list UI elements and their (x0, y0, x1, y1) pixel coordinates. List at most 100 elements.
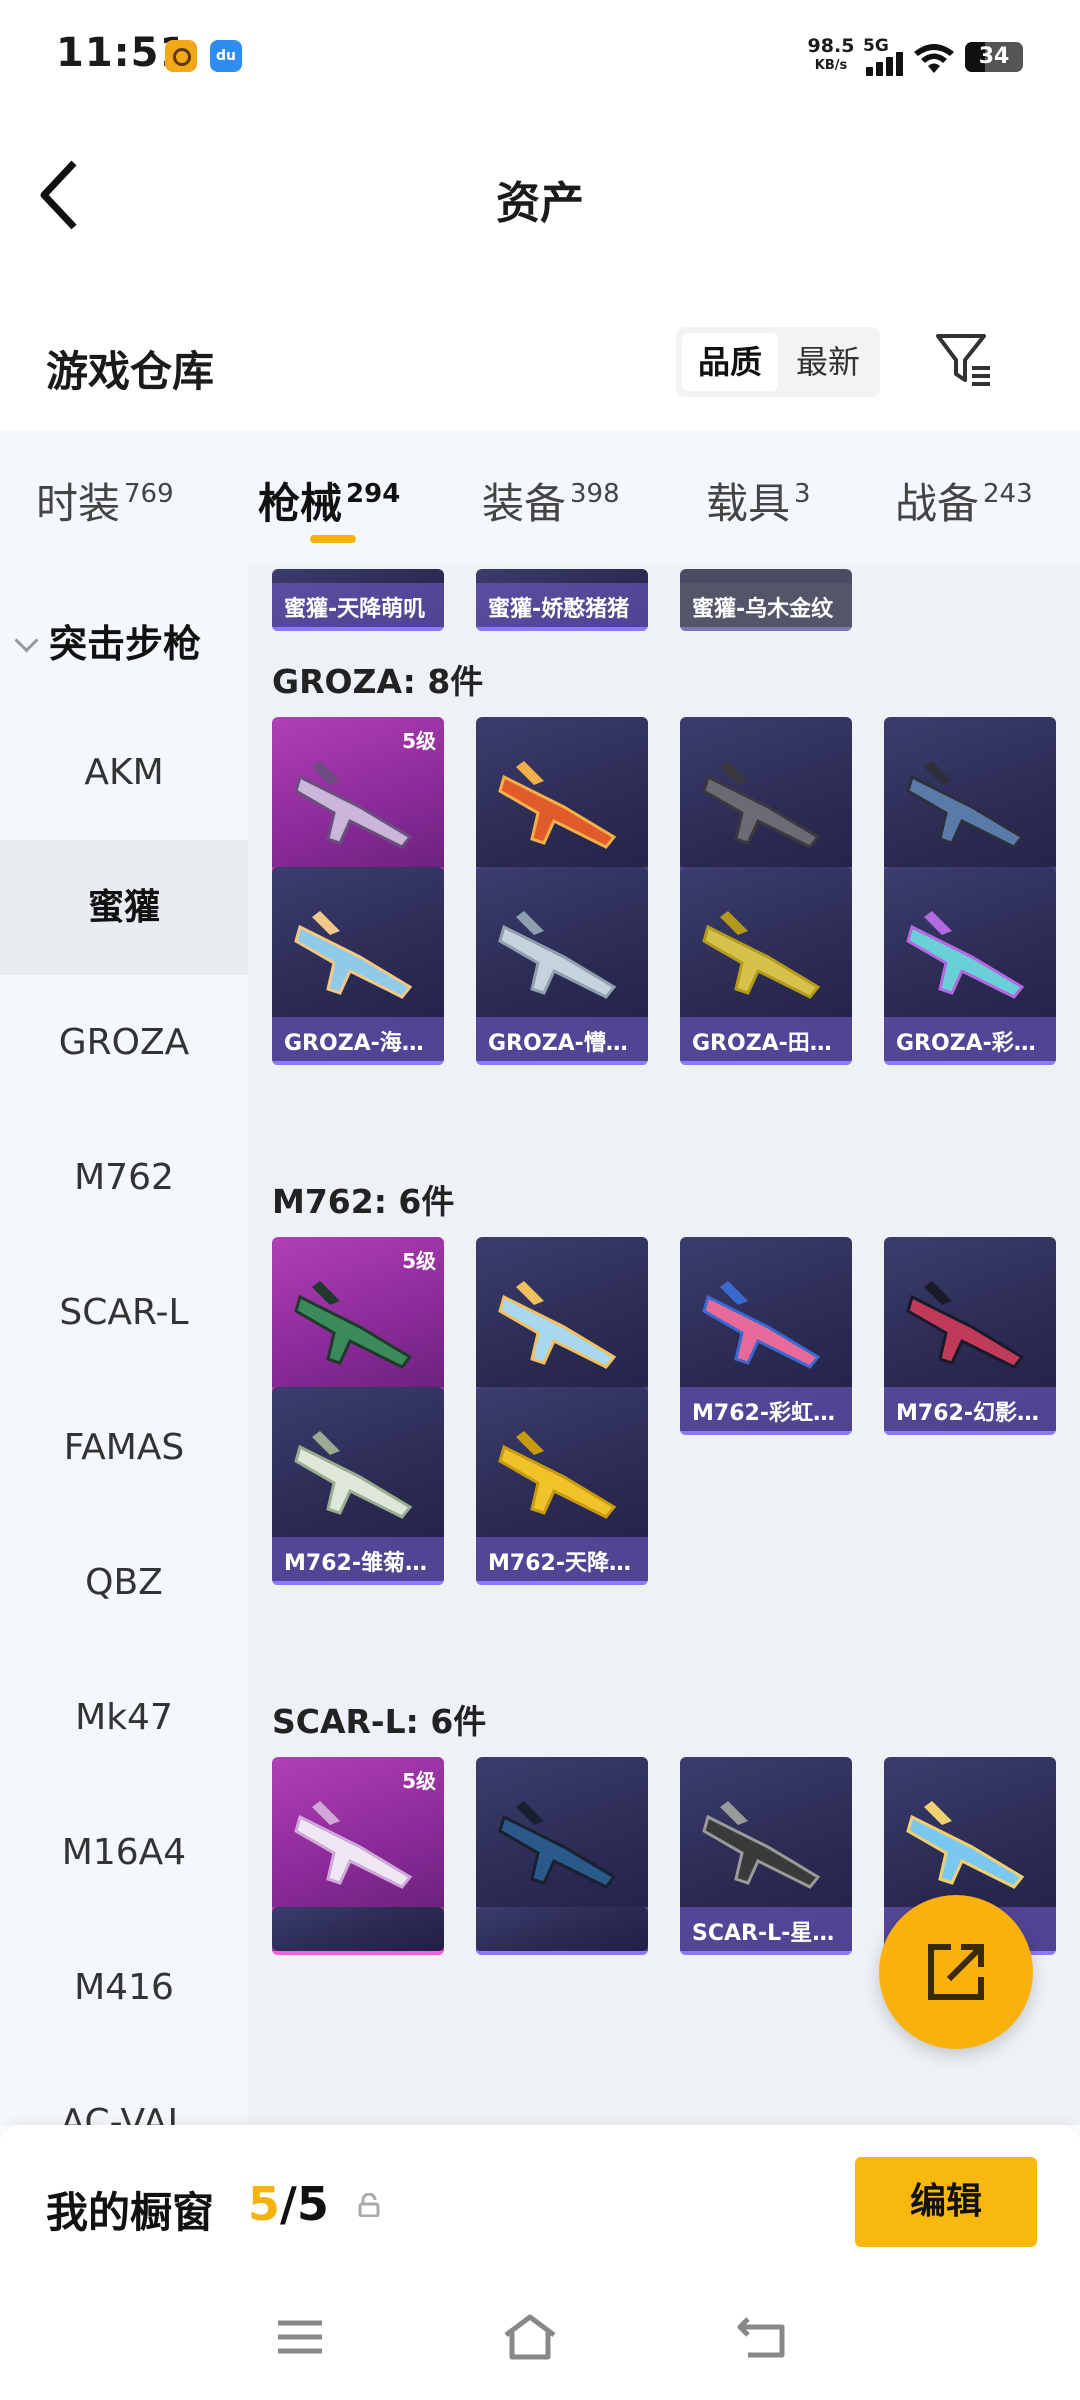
weapon-name: GROZA-彩… (896, 1031, 1036, 1056)
page-header: 资产 (0, 115, 1080, 275)
sort-latest-button[interactable]: 最新 (780, 333, 876, 391)
filter-icon[interactable] (934, 330, 992, 390)
weapon-card[interactable]: 蜜獾-天降萌叽 (272, 569, 444, 631)
sidebar-item-m762[interactable]: M762 (0, 1110, 248, 1245)
weapon-image (498, 911, 617, 999)
tab-fashion[interactable]: 时装 769 (36, 470, 174, 531)
tab-firearms[interactable]: 枪械 294 (258, 470, 400, 531)
weapon-card[interactable]: M762-天降… (476, 1387, 648, 1585)
weapon-image (498, 761, 617, 849)
weapon-level-badge: 5级 (402, 1769, 436, 1793)
weapon-image (494, 1937, 630, 1951)
sidebar-item-m16a4[interactable]: M16A4 (0, 1785, 248, 1920)
group-title-m762: M762: 6件 (272, 1182, 455, 1221)
weapon-grid: 蜜獾-天降萌叽 蜜獾-娇憨猪猪 蜜獾-乌木金纹 GROZA: 8件 M762: … (248, 565, 1080, 2125)
active-tab-indicator (310, 535, 356, 543)
weapon-card[interactable]: GROZA-海… (272, 867, 444, 1065)
battery-icon: 34 (965, 42, 1023, 72)
tab-label: 载具 (706, 479, 791, 528)
weapon-name: 蜜獾-天降萌叽 (284, 597, 426, 622)
showcase-total: /5 (280, 2177, 329, 2231)
net-speed: 98.5 KB/s (805, 36, 857, 76)
weapon-name: M762-幻影… (896, 1401, 1039, 1426)
weapon-type-sidebar: 突击步枪 AKM 蜜獾 GROZA M762 SCAR-L FAMAS QBZ … (0, 565, 248, 2125)
weapon-card[interactable]: GROZA-彩… (884, 867, 1056, 1065)
battery-level: 34 (978, 44, 1010, 69)
showcase-count: 5/5 (248, 2177, 329, 2231)
group-title-scar-l: SCAR-L: 6件 (272, 1702, 487, 1741)
weapon-name: SCAR-L-星… (692, 1921, 835, 1946)
weapon-image (906, 911, 1025, 999)
weapon-image (498, 1431, 617, 1519)
weapon-card[interactable]: GROZA-懵… (476, 867, 648, 1065)
weapon-card[interactable]: M762-雏菊… (272, 1387, 444, 1585)
weapon-image (498, 1281, 617, 1369)
weapon-card[interactable] (272, 1907, 444, 1951)
weapon-image (906, 761, 1025, 849)
sort-toggle: 品质 最新 (676, 327, 880, 397)
back-icon[interactable] (736, 2313, 792, 2361)
tab-tactical[interactable]: 战备 243 (895, 470, 1033, 531)
weapon-image (702, 911, 821, 999)
sidebar-item-scar-l[interactable]: SCAR-L (0, 1245, 248, 1380)
tab-count: 769 (124, 479, 174, 509)
weapon-name: GROZA-田… (692, 1031, 832, 1056)
weapon-card[interactable]: 蜜獾-乌木金纹 (680, 569, 852, 631)
tab-count: 398 (570, 479, 620, 509)
weapon-name: 蜜獾-娇憨猪猪 (488, 597, 630, 622)
menu-icon[interactable] (272, 2313, 328, 2361)
weapon-card[interactable]: M762-彩虹… (680, 1237, 852, 1435)
weapon-image (294, 1281, 413, 1369)
showcase-bar: 我的橱窗 5/5 编辑 (0, 2125, 1080, 2275)
chevron-down-icon (14, 628, 39, 653)
weapon-image (294, 1431, 413, 1519)
weapon-image (290, 1937, 426, 1951)
sidebar-item-ac-val[interactable]: AC-VAL (0, 2055, 248, 2125)
sidebar-item-honey-badger[interactable]: 蜜獾 (0, 840, 248, 975)
sidebar-item-qbz[interactable]: QBZ (0, 1515, 248, 1650)
weapon-name: M762-彩虹… (692, 1401, 835, 1426)
group-title-groza: GROZA: 8件 (272, 662, 484, 701)
tab-vehicles[interactable]: 载具 3 (706, 470, 811, 531)
net-speed-unit: KB/s (814, 58, 848, 73)
sidebar-category-assault-rifle[interactable]: 突击步枪 (14, 613, 202, 668)
sidebar-item-famas[interactable]: FAMAS (0, 1380, 248, 1515)
weapon-image (498, 1801, 617, 1889)
tab-count: 294 (346, 479, 401, 509)
sidebar-header-label: 突击步枪 (49, 622, 202, 666)
weapon-card[interactable]: GROZA-田… (680, 867, 852, 1065)
category-tabs: 时装 769 枪械 294 装备 398 载具 3 战备 243 (0, 430, 1080, 565)
sidebar-item-mk47[interactable]: Mk47 (0, 1650, 248, 1785)
tab-label: 枪械 (258, 479, 343, 528)
tab-equipment[interactable]: 装备 398 (482, 470, 620, 531)
net-speed-value: 98.5 (807, 35, 855, 57)
sidebar-item-groza[interactable]: GROZA (0, 975, 248, 1110)
weapon-name: 蜜獾-乌木金纹 (692, 597, 834, 622)
weapon-image (294, 911, 413, 999)
tab-count: 243 (983, 479, 1033, 509)
weapon-card[interactable]: SCAR-L-星… (680, 1757, 852, 1955)
tab-label: 时装 (36, 479, 121, 528)
weapon-card[interactable]: M762-幻影… (884, 1237, 1056, 1435)
status-bar: 11:51 du 98.5 KB/s 5G 34 (0, 0, 1080, 115)
sort-quality-button[interactable]: 品质 (682, 333, 778, 391)
app-notify-icon (165, 40, 197, 72)
sidebar-item-akm[interactable]: AKM (0, 705, 248, 840)
weapon-name: GROZA-懵… (488, 1031, 628, 1056)
edit-button[interactable]: 编辑 (855, 2157, 1037, 2247)
page-title: 资产 (496, 178, 584, 229)
weapon-card[interactable] (476, 1907, 648, 1951)
share-button[interactable] (879, 1895, 1033, 2049)
section-title: 游戏仓库 (46, 347, 215, 396)
home-icon[interactable] (502, 2313, 558, 2361)
weapon-card[interactable]: 蜜獾-娇憨猪猪 (476, 569, 648, 631)
system-nav-bar (0, 2275, 1080, 2400)
tab-label: 装备 (482, 479, 567, 528)
app-du-icon: du (210, 40, 242, 72)
sidebar-item-m416[interactable]: M416 (0, 1920, 248, 2055)
weapon-level-badge: 5级 (402, 1249, 436, 1273)
weapon-image (294, 761, 413, 849)
signal-icon (866, 52, 906, 76)
tab-count: 3 (794, 479, 811, 509)
weapon-image (702, 1281, 821, 1369)
